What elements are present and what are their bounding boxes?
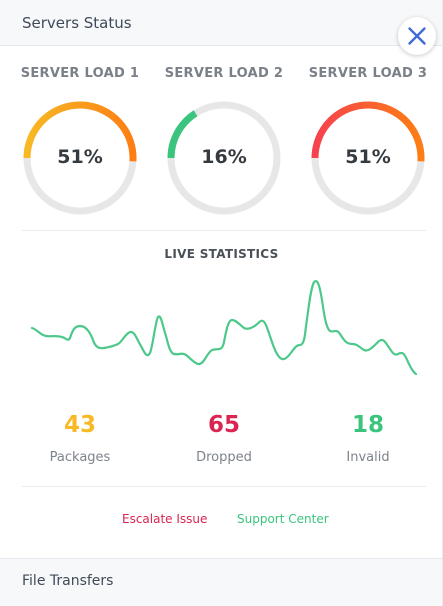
server-load-3-gauge: SERVER LOAD 3 51%	[303, 66, 433, 215]
live-statistics-sparkline	[30, 280, 418, 376]
divider	[22, 230, 426, 231]
stat-label: Packages	[49, 450, 111, 465]
server-load-1-gauge: SERVER LOAD 1 51%	[15, 66, 145, 215]
card-header: Servers Status	[0, 0, 442, 46]
stat-label: Invalid	[346, 450, 390, 465]
gauge-value: 16%	[201, 146, 247, 168]
live-statistics-title: LIVE STATISTICS	[164, 247, 279, 261]
file-transfers-title: File Transfers	[22, 573, 114, 589]
stat-packages: 43 Packages	[20, 410, 140, 465]
gauge-value: 51%	[345, 146, 391, 168]
close-button[interactable]	[398, 17, 436, 55]
stat-value: 65	[207, 412, 240, 438]
gauge-title: SERVER LOAD 2	[164, 66, 284, 81]
stat-invalid: 18 Invalid	[308, 410, 428, 465]
card-title: Servers Status	[22, 14, 132, 32]
servers-status-card: Servers Status SERVER LOAD 1 51% SERVER …	[0, 0, 443, 606]
gauge-title: SERVER LOAD 1	[20, 66, 140, 81]
gauge-title: SERVER LOAD 3	[308, 66, 428, 81]
close-icon	[408, 27, 426, 45]
server-load-2-gauge: SERVER LOAD 2 16%	[159, 66, 289, 215]
sparkline-series-line	[30, 280, 418, 376]
stat-value: 18	[351, 412, 384, 438]
stat-value: 43	[63, 412, 96, 438]
support-center-link[interactable]: Support Center	[237, 512, 329, 526]
gauge-value: 51%	[57, 146, 103, 168]
divider	[22, 486, 426, 487]
file-transfers-section-header[interactable]: File Transfers	[0, 558, 442, 606]
stat-dropped: 65 Dropped	[164, 410, 284, 465]
escalate-issue-link[interactable]: Escalate Issue	[122, 512, 207, 526]
stat-label: Dropped	[196, 450, 252, 465]
